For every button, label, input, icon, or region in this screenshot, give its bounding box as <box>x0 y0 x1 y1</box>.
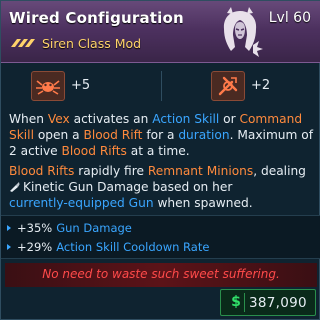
item-card: Wired Configuration Siren Class Mod Lvl … <box>0 0 320 320</box>
item-level: Lvl 60 <box>268 10 311 26</box>
bullet-arrow-icon <box>7 225 11 231</box>
item-type: Siren Class Mod <box>42 35 142 51</box>
stat-skill-tree: +5 <box>9 69 159 103</box>
modifiers-list: +35% Gun Damage +29% Action Skill Cooldo… <box>1 215 320 259</box>
modifier-value: +29% <box>17 240 53 254</box>
item-subtitle-row: Siren Class Mod <box>9 34 141 52</box>
kinetic-damage-icon <box>10 182 20 192</box>
keyword-blood-rifts: Blood Rifts <box>9 164 75 178</box>
desc-text: at a time. <box>126 144 190 158</box>
price-value: 387,090 <box>249 295 307 311</box>
desc-text: or <box>219 112 240 126</box>
description-paragraph: Blood Rifts rapidly fire Remnant Minions… <box>9 163 315 211</box>
modifier-label: Action Skill Cooldown Rate <box>56 240 210 254</box>
desc-text: activates an <box>69 112 153 126</box>
price-divider <box>244 293 245 312</box>
keyword-vex: Vex <box>47 112 70 126</box>
item-header: Wired Configuration Siren Class Mod Lvl … <box>1 1 320 63</box>
keyword-remnant-minions: Remnant Minions <box>147 164 254 178</box>
modifier-value: +35% <box>17 221 53 235</box>
desc-text: for a <box>142 128 179 142</box>
stat-value: +5 <box>71 78 91 93</box>
desc-text: When <box>9 112 48 126</box>
price-tag: $ 387,090 <box>220 289 316 316</box>
skill-icon <box>211 71 245 101</box>
bullet-arrow-icon <box>7 244 11 250</box>
flavor-text: No need to waste such sweet suffering. <box>42 267 280 281</box>
desc-text: Kinetic Gun Damage based on her <box>23 180 233 194</box>
skill-tree-icon <box>31 71 65 101</box>
desc-text: rapidly fire <box>74 164 148 178</box>
modifier-label: Gun Damage <box>56 221 132 235</box>
modifier-item: +35% Gun Damage <box>7 221 132 235</box>
desc-text: , dealing <box>253 164 306 178</box>
flavor-banner: No need to waste such sweet suffering. <box>5 263 317 287</box>
keyword-blood-rift: Blood Rift <box>83 128 143 142</box>
stat-skill: +2 <box>171 69 320 103</box>
desc-text: open a <box>33 128 84 142</box>
modifier-item: +29% Action Skill Cooldown Rate <box>7 240 209 254</box>
rarity-chevrons-icon <box>11 39 35 47</box>
cash-icon: $ <box>231 294 241 310</box>
desc-text: when spawned. <box>153 196 253 210</box>
vex-portrait-icon <box>223 7 263 57</box>
keyword-blood-rifts: Blood Rifts <box>61 144 127 158</box>
keyword-action-skill: Action Skill <box>152 112 220 126</box>
description-paragraph: When Vex activates an Action Skill or Co… <box>9 111 315 159</box>
stats-divider <box>161 71 162 101</box>
keyword-duration: duration <box>178 128 230 142</box>
item-title: Wired Configuration <box>9 9 184 27</box>
keyword-equipped-gun: currently-equipped Gun <box>9 196 154 210</box>
stat-value: +2 <box>251 78 271 93</box>
